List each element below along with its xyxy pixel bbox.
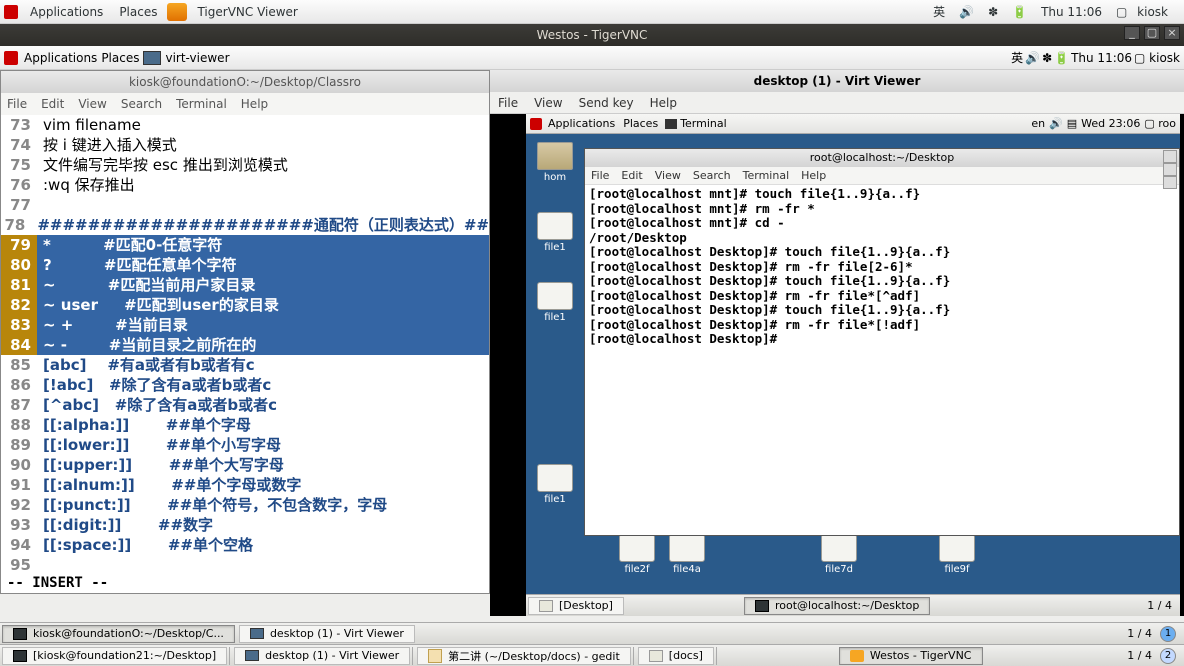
remote-taskbar: kiosk@foundationO:~/Desktop/C... desktop… [0, 622, 1184, 644]
menu-edit[interactable]: Edit [41, 97, 64, 111]
gnome-logo-icon [4, 5, 18, 19]
vm-taskbar: [Desktop] root@localhost:~/Desktop 1 / 4 [526, 594, 1180, 616]
host-top-panel: Applications Places TigerVNC Viewer 英 🔊 … [0, 0, 1184, 24]
clock[interactable]: Thu 11:06 [1071, 51, 1132, 65]
menu-sendkey[interactable]: Send key [579, 96, 634, 110]
home-folder-icon[interactable]: hom [534, 142, 576, 183]
workspace-indicator[interactable]: 1 / 4 [1127, 627, 1152, 640]
menu-file[interactable]: File [7, 97, 27, 111]
gnome-terminal-window[interactable]: root@localhost:~/Desktop _ ▢ × File Edit… [584, 148, 1180, 536]
vnc-window-title: Westos - TigerVNC [537, 28, 648, 42]
tigervnc-icon [850, 650, 864, 662]
menu-terminal[interactable]: Terminal [743, 169, 790, 182]
gnome-logo-icon [4, 51, 18, 65]
gedit-titlebar[interactable]: kiosk@foundationO:~/Desktop/Classro [1, 71, 489, 93]
file-icon[interactable]: file9f [936, 534, 978, 575]
ime-indicator[interactable]: 英 [927, 3, 951, 20]
ime-indicator[interactable]: 英 [1011, 49, 1023, 66]
menu-search[interactable]: Search [693, 169, 731, 182]
folder-icon [539, 600, 553, 612]
volume-icon[interactable]: 🔊 [1025, 51, 1040, 65]
virt-viewer-icon [245, 650, 259, 661]
terminal-output[interactable]: [root@localhost mnt]# touch file{1..9}{a… [585, 185, 1179, 535]
taskbar-item[interactable]: 第二讲 (~/Desktop/docs) - gedit [417, 647, 631, 665]
virt-viewer-menubar: File View Send key Help [490, 92, 1184, 114]
tigervnc-icon [167, 3, 187, 21]
clock[interactable]: Thu 11:06 [1035, 5, 1108, 19]
taskbar-item[interactable]: Westos - TigerVNC [839, 647, 983, 665]
taskbar-item[interactable]: [kiosk@foundation21:~/Desktop] [2, 647, 227, 665]
close-button[interactable]: × [1164, 26, 1180, 40]
vnc-window-titlebar[interactable]: Westos - TigerVNC _ ▢ × [0, 24, 1184, 46]
menu-help[interactable]: Help [241, 97, 268, 111]
workspace-1-icon[interactable]: 1 [1160, 626, 1176, 642]
gedit-menubar: File Edit View Search Terminal Help [1, 93, 489, 115]
file-icon[interactable]: file2f [616, 534, 658, 575]
user-menu[interactable]: ▢ kiosk [1134, 51, 1180, 65]
active-app-label: virt-viewer [165, 51, 229, 65]
virt-viewer-icon [250, 628, 264, 639]
workspace-switcher-icon[interactable]: 2 [1160, 648, 1176, 664]
bluetooth-icon[interactable]: ✽ [1042, 51, 1052, 65]
workspace-indicator[interactable]: 1 / 4 [1127, 649, 1152, 662]
minimize-button[interactable]: _ [1124, 26, 1140, 40]
terminal-icon [13, 628, 27, 640]
file-icon[interactable]: file4a [666, 534, 708, 575]
file-icon[interactable]: file7d [818, 534, 860, 575]
file-icon[interactable]: file1 [534, 282, 576, 323]
gedit-window[interactable]: kiosk@foundationO:~/Desktop/Classro File… [0, 70, 490, 594]
taskbar-item[interactable]: desktop (1) - Virt Viewer [234, 647, 410, 665]
minimize-button[interactable]: _ [1163, 150, 1177, 163]
places-menu[interactable]: Places [101, 51, 139, 65]
editor-area[interactable]: 73vim filename74按 i 键进入插入模式75文件编写完毕按 esc… [1, 115, 489, 575]
folder-icon [649, 650, 663, 662]
applications-menu[interactable]: Applications [24, 5, 109, 19]
menu-help[interactable]: Help [801, 169, 826, 182]
host-taskbar: [kiosk@foundation21:~/Desktop] desktop (… [0, 644, 1184, 666]
menu-view[interactable]: View [534, 96, 562, 110]
file-icon[interactable]: file1 [534, 464, 576, 505]
menu-search[interactable]: Search [121, 97, 162, 111]
menu-terminal[interactable]: Terminal [176, 97, 227, 111]
menu-view[interactable]: View [78, 97, 106, 111]
terminal-icon [13, 650, 27, 662]
battery-icon[interactable]: 🔋 [1006, 5, 1033, 19]
taskbar-item[interactable]: [docs] [638, 647, 714, 665]
active-app-label: TigerVNC Viewer [191, 5, 303, 19]
taskbar-item[interactable]: kiosk@foundationO:~/Desktop/C... [2, 625, 235, 643]
gedit-icon [428, 649, 442, 663]
places-menu[interactable]: Places [113, 5, 163, 19]
volume-icon[interactable]: 🔊 [953, 5, 980, 19]
virt-viewer-icon [143, 51, 161, 65]
remote-top-panel: Applications Places virt-viewer 英 🔊 ✽ 🔋 … [0, 46, 1184, 70]
terminal-icon [755, 600, 769, 612]
virt-viewer-window[interactable]: desktop (1) - Virt Viewer File View Send… [490, 70, 1184, 616]
virt-viewer-titlebar[interactable]: desktop (1) - Virt Viewer [490, 70, 1184, 92]
menu-view[interactable]: View [655, 169, 681, 182]
terminal-menubar: File Edit View Search Terminal Help [585, 167, 1179, 185]
vim-status-line: -- INSERT -- [1, 575, 489, 593]
battery-icon[interactable]: 🔋 [1054, 51, 1069, 65]
file-icon[interactable]: file1 [534, 212, 576, 253]
terminal-titlebar[interactable]: root@localhost:~/Desktop _ ▢ × [585, 149, 1179, 167]
maximize-button[interactable]: ▢ [1163, 163, 1177, 176]
taskbar-item-terminal[interactable]: root@localhost:~/Desktop [744, 597, 930, 615]
menu-file[interactable]: File [591, 169, 609, 182]
close-button[interactable]: × [1163, 176, 1177, 189]
maximize-button[interactable]: ▢ [1144, 26, 1160, 40]
bluetooth-icon[interactable]: ✽ [982, 5, 1004, 19]
user-menu[interactable]: ▢ kiosk [1110, 5, 1180, 19]
nested-vm-desktop[interactable]: Applications Places Terminal en 🔊 ▤ Wed … [526, 114, 1180, 616]
menu-help[interactable]: Help [650, 96, 677, 110]
taskbar-item[interactable]: desktop (1) - Virt Viewer [239, 625, 415, 643]
applications-menu[interactable]: Applications [24, 51, 97, 65]
menu-file[interactable]: File [498, 96, 518, 110]
menu-edit[interactable]: Edit [621, 169, 642, 182]
taskbar-item-desktop[interactable]: [Desktop] [528, 597, 624, 615]
workspace-indicator[interactable]: 1 / 4 [1147, 599, 1172, 612]
